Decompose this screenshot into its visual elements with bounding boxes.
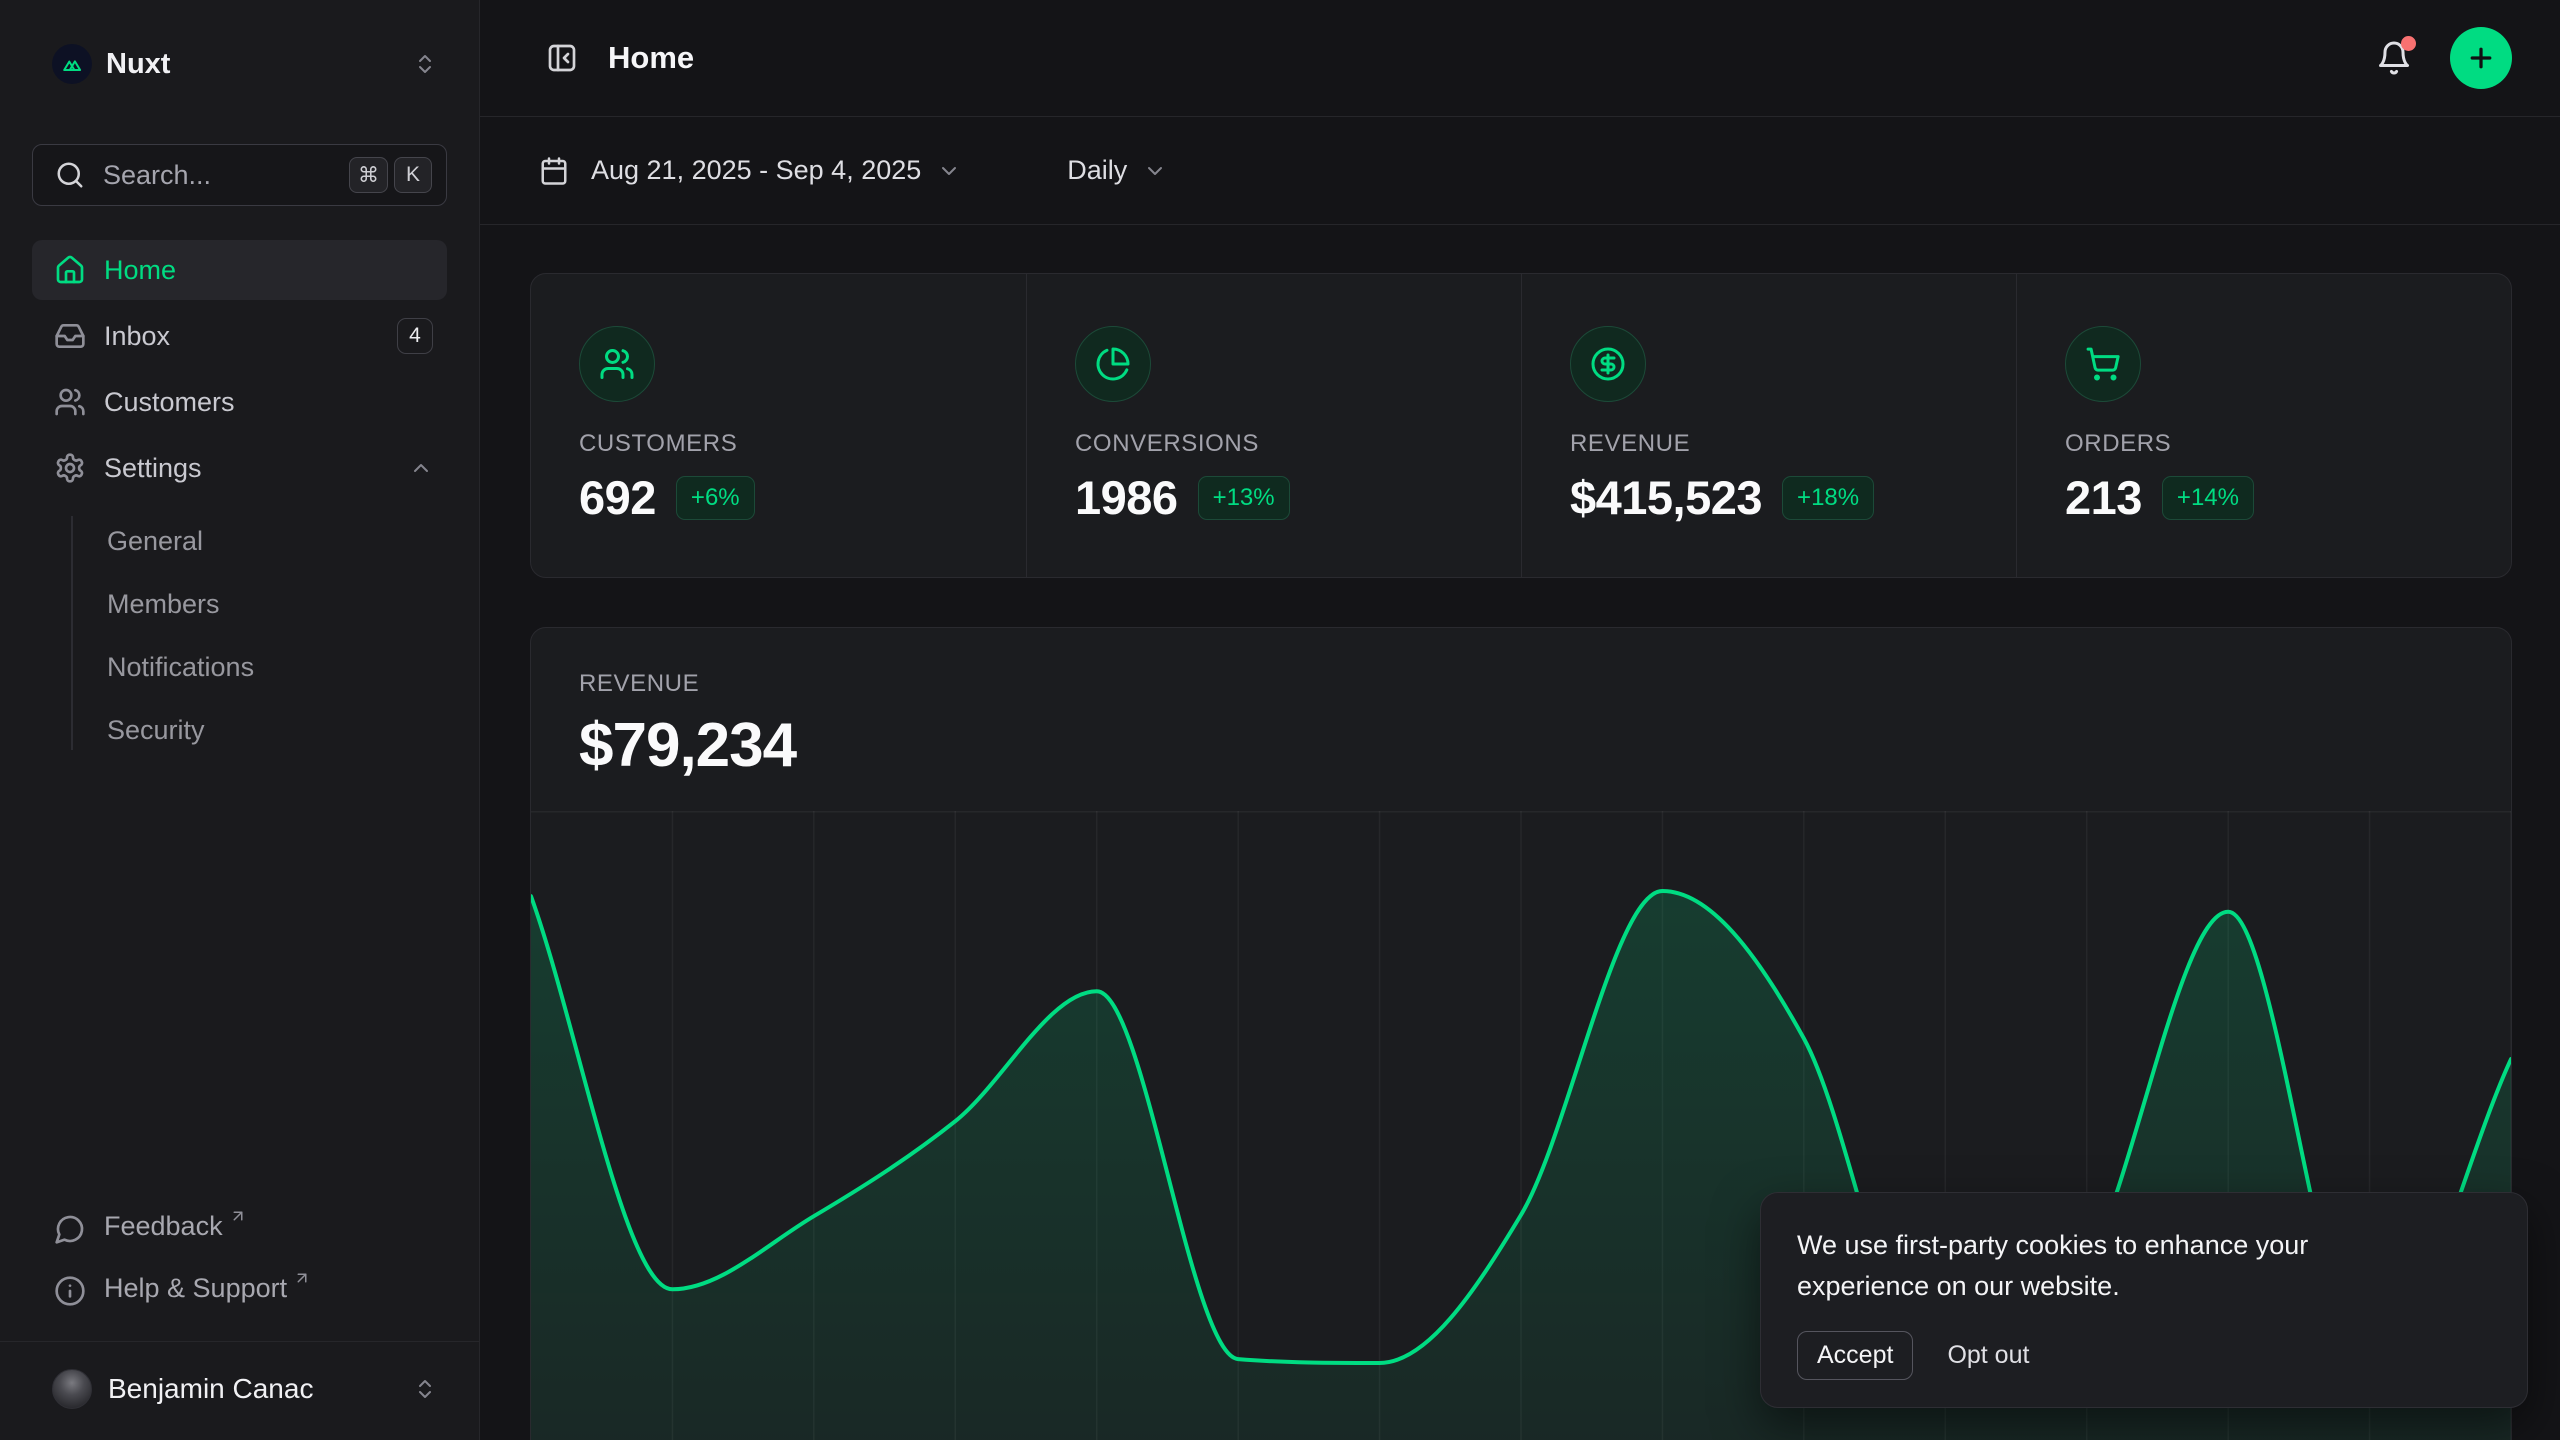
info-circle-icon <box>54 1275 86 1307</box>
kbd-cmd: ⌘ <box>349 157 388 193</box>
filters-toolbar: Aug 21, 2025 - Sep 4, 2025 Daily <box>480 117 2560 225</box>
stat-revenue: REVENUE $415,523 +18% <box>1521 274 2016 577</box>
sidebar: Nuxt Search... ⌘ K Home <box>0 0 480 1440</box>
stat-customers: CUSTOMERS 692 +6% <box>531 274 1026 577</box>
date-range-value: Aug 21, 2025 - Sep 4, 2025 <box>591 155 921 186</box>
notifications-bell-button[interactable] <box>2376 40 2412 76</box>
sidebar-item-help-support[interactable]: Help & Support <box>32 1263 447 1325</box>
sidebar-item-members[interactable]: Members <box>32 573 447 636</box>
chevrons-up-down-icon <box>413 1377 437 1401</box>
dashboard-app: Nuxt Search... ⌘ K Home <box>0 0 2560 1440</box>
gear-icon <box>54 452 86 484</box>
header-actions <box>2376 27 2512 89</box>
sidebar-item-label: Customers <box>104 387 235 418</box>
stat-value: 213 <box>2065 470 2142 525</box>
stat-label: CUSTOMERS <box>579 430 978 458</box>
sub-item-label: General <box>107 526 203 557</box>
stat-delta-badge: +18% <box>1782 476 1874 520</box>
revenue-chart-header: REVENUE $79,234 <box>531 628 2511 781</box>
granularity-select[interactable]: Daily <box>1067 155 1167 186</box>
sidebar-item-settings[interactable]: Settings <box>32 438 447 498</box>
search-shortcut: ⌘ K <box>349 157 432 193</box>
stat-conversions: CONVERSIONS 1986 +13% <box>1026 274 1521 577</box>
stat-label: REVENUE <box>1570 430 1968 458</box>
sidebar-item-customers[interactable]: Customers <box>32 372 447 432</box>
sidebar-item-label: Inbox <box>104 321 170 352</box>
users-icon <box>54 386 86 418</box>
sidebar-nav: Home Inbox 4 Customers Settings <box>32 240 447 762</box>
shopping-cart-icon <box>2065 326 2141 402</box>
stat-delta-badge: +13% <box>1198 476 1290 520</box>
inbox-icon <box>54 320 86 352</box>
accept-button[interactable]: Accept <box>1797 1331 1913 1380</box>
sub-item-label: Members <box>107 589 220 620</box>
chevron-up-icon <box>409 456 433 480</box>
page-title: Home <box>608 40 694 76</box>
sidebar-item-label: Settings <box>104 453 202 484</box>
sidebar-item-label: Home <box>104 255 176 286</box>
revenue-chart-total: $79,234 <box>579 710 2463 781</box>
sidebar-item-home[interactable]: Home <box>32 240 447 300</box>
stats-row: CUSTOMERS 692 +6% CONVERSIONS 1986 +13% <box>530 273 2512 578</box>
search-input[interactable]: Search... ⌘ K <box>32 144 447 206</box>
user-menu[interactable]: Benjamin Canac <box>32 1342 447 1436</box>
sub-item-label: Security <box>107 715 205 746</box>
stat-orders: ORDERS 213 +14% <box>2016 274 2511 577</box>
sidebar-item-label: Feedback <box>104 1211 223 1242</box>
revenue-chart-label: REVENUE <box>579 670 2463 698</box>
notification-dot <box>2401 36 2416 51</box>
granularity-value: Daily <box>1067 155 1127 186</box>
avatar <box>52 1369 92 1409</box>
opt-out-button[interactable]: Opt out <box>1947 1332 2029 1379</box>
calendar-icon <box>539 156 569 186</box>
sidebar-item-inbox[interactable]: Inbox 4 <box>32 306 447 366</box>
sidebar-item-security[interactable]: Security <box>32 699 447 762</box>
external-link-icon <box>229 1207 247 1225</box>
stat-delta-badge: +14% <box>2162 476 2254 520</box>
sidebar-item-feedback[interactable]: Feedback <box>32 1201 447 1263</box>
sidebar-item-notifications[interactable]: Notifications <box>32 636 447 699</box>
stat-label: ORDERS <box>2065 430 2463 458</box>
nuxt-logo-icon <box>52 44 92 84</box>
users-badge-icon <box>579 326 655 402</box>
dollar-circle-icon <box>1570 326 1646 402</box>
pie-chart-icon <box>1075 326 1151 402</box>
cookie-banner: We use first-party cookies to enhance yo… <box>1760 1192 2528 1408</box>
stat-value: 1986 <box>1075 470 1178 525</box>
sub-item-label: Notifications <box>107 652 254 683</box>
sidebar-item-label: Help & Support <box>104 1273 287 1304</box>
user-name: Benjamin Canac <box>108 1373 313 1405</box>
inbox-count-badge: 4 <box>397 318 433 354</box>
workspace-name: Nuxt <box>106 48 170 81</box>
page-header: Home <box>480 0 2560 117</box>
search-icon <box>55 160 85 190</box>
sidebar-spacer <box>32 762 447 1201</box>
kbd-k: K <box>394 157 432 193</box>
cookie-message: We use first-party cookies to enhance yo… <box>1797 1225 2397 1307</box>
home-icon <box>54 254 86 286</box>
stat-label: CONVERSIONS <box>1075 430 1473 458</box>
stat-value: 692 <box>579 470 656 525</box>
date-range-picker[interactable]: Aug 21, 2025 - Sep 4, 2025 <box>539 155 961 186</box>
chevron-down-icon <box>937 159 961 183</box>
settings-subnav: General Members Notifications Security <box>32 510 447 762</box>
cookie-actions: Accept Opt out <box>1797 1331 2491 1380</box>
stat-delta-badge: +6% <box>676 476 755 520</box>
add-button[interactable] <box>2450 27 2512 89</box>
sidebar-item-general[interactable]: General <box>32 510 447 573</box>
external-link-icon <box>293 1269 311 1287</box>
chevron-down-icon <box>1143 159 1167 183</box>
stat-value: $415,523 <box>1570 470 1762 525</box>
chat-bubble-icon <box>54 1213 86 1245</box>
collapse-sidebar-icon[interactable] <box>546 42 578 74</box>
chevrons-up-down-icon <box>413 52 437 76</box>
workspace-selector[interactable]: Nuxt <box>32 40 447 88</box>
search-placeholder: Search... <box>103 160 211 191</box>
